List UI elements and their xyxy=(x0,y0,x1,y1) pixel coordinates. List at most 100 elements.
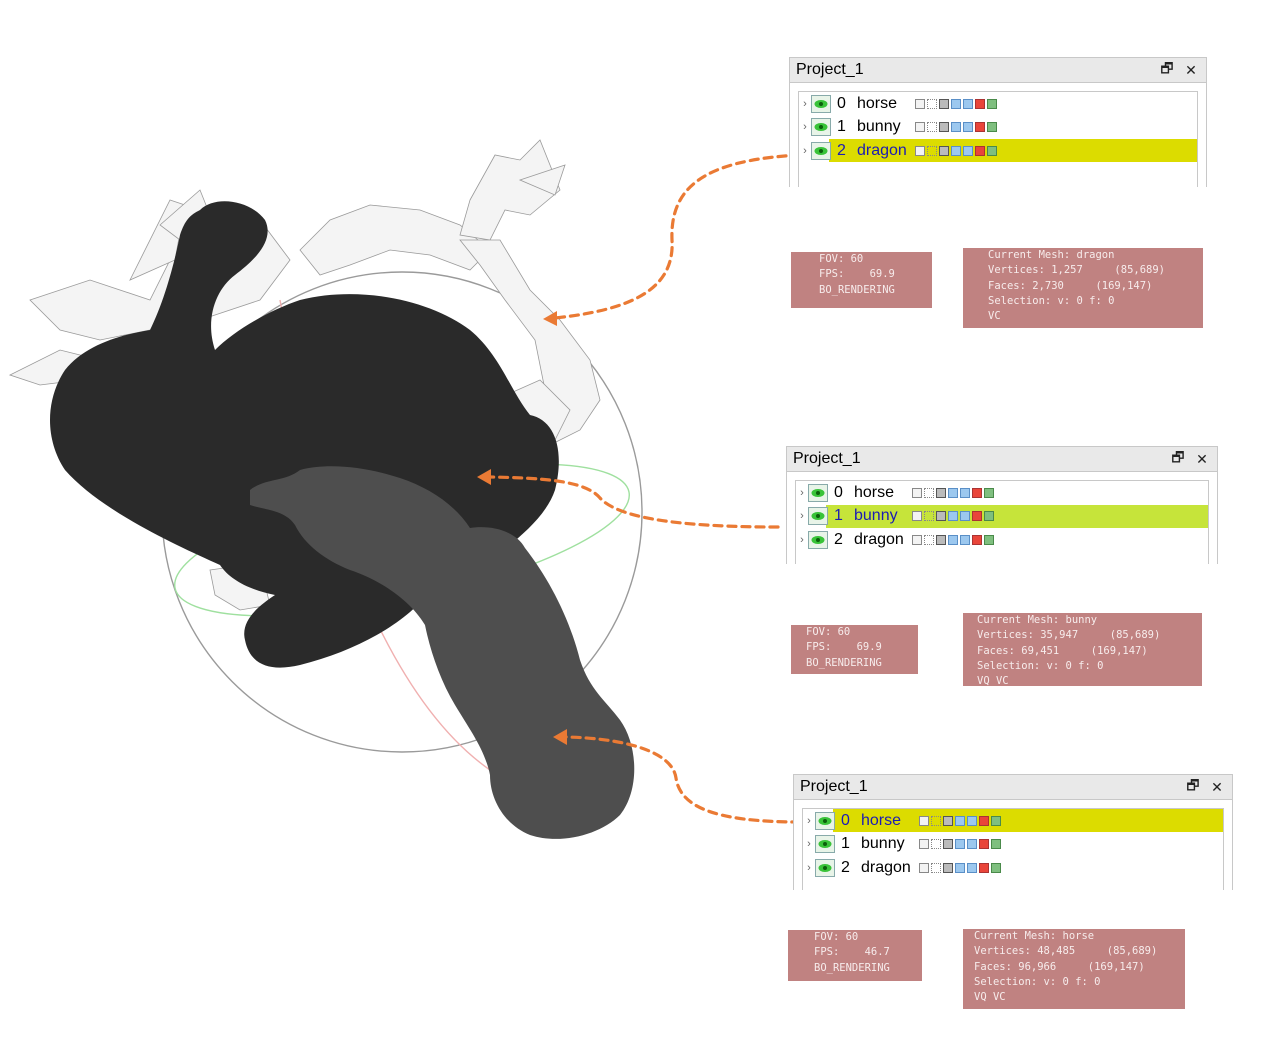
texture-icon[interactable] xyxy=(960,487,970,498)
texture-icon[interactable] xyxy=(967,815,977,826)
panel-titlebar[interactable]: Project_1 🗗 ✕ xyxy=(786,446,1218,472)
visibility-eye-icon[interactable] xyxy=(815,811,835,830)
expand-arrow-icon[interactable]: › xyxy=(796,487,808,499)
points-icon[interactable] xyxy=(931,815,941,826)
color-icon[interactable] xyxy=(975,98,985,109)
close-icon[interactable]: ✕ xyxy=(1193,450,1211,468)
expand-arrow-icon[interactable]: › xyxy=(796,510,808,522)
layer-row-dragon[interactable]: › 2 dragon xyxy=(803,856,1223,879)
layer-row-dragon[interactable]: › 2 dragon xyxy=(799,139,1197,162)
visibility-eye-icon[interactable] xyxy=(811,94,831,113)
visibility-eye-icon[interactable] xyxy=(815,858,835,877)
shading-icon[interactable] xyxy=(955,839,965,849)
lighting-icon[interactable] xyxy=(987,145,997,156)
material-icon[interactable] xyxy=(936,534,946,545)
close-icon[interactable]: ✕ xyxy=(1182,61,1200,79)
panel-titlebar[interactable]: Project_1 🗗 ✕ xyxy=(793,774,1233,800)
visibility-eye-icon[interactable] xyxy=(815,835,835,853)
box-icon[interactable] xyxy=(915,145,925,156)
expand-arrow-icon[interactable]: › xyxy=(796,534,808,546)
texture-icon[interactable] xyxy=(960,511,970,521)
expand-arrow-icon[interactable]: › xyxy=(799,98,811,110)
texture-icon[interactable] xyxy=(960,534,970,545)
lighting-icon[interactable] xyxy=(991,862,1001,873)
lighting-icon[interactable] xyxy=(987,98,997,109)
texture-icon[interactable] xyxy=(967,862,977,873)
shading-icon[interactable] xyxy=(955,815,965,826)
points-icon[interactable] xyxy=(927,145,937,156)
box-icon[interactable] xyxy=(919,815,929,826)
layer-row-dragon[interactable]: › 2 dragon xyxy=(796,528,1208,551)
points-icon[interactable] xyxy=(927,98,937,109)
layer-row-bunny[interactable]: › 1 bunny xyxy=(796,504,1208,528)
color-icon[interactable] xyxy=(975,122,985,132)
visibility-eye-icon[interactable] xyxy=(811,141,831,160)
shading-icon[interactable] xyxy=(955,862,965,873)
box-icon[interactable] xyxy=(912,534,922,545)
texture-icon[interactable] xyxy=(963,145,973,156)
box-icon[interactable] xyxy=(915,122,925,132)
shading-icon[interactable] xyxy=(948,487,958,498)
lighting-icon[interactable] xyxy=(991,839,1001,849)
points-icon[interactable] xyxy=(927,122,937,132)
box-icon[interactable] xyxy=(919,862,929,873)
panel-titlebar[interactable]: Project_1 🗗 ✕ xyxy=(789,57,1207,83)
material-icon[interactable] xyxy=(943,815,953,826)
points-icon[interactable] xyxy=(924,511,934,521)
expand-arrow-icon[interactable]: › xyxy=(799,121,811,133)
visibility-eye-icon[interactable] xyxy=(808,507,828,525)
material-icon[interactable] xyxy=(939,145,949,156)
layer-row-bunny[interactable]: › 1 bunny xyxy=(799,116,1197,139)
box-icon[interactable] xyxy=(915,98,925,109)
points-icon[interactable] xyxy=(924,534,934,545)
shading-icon[interactable] xyxy=(951,145,961,156)
box-icon[interactable] xyxy=(912,511,922,521)
restore-icon[interactable]: 🗗 xyxy=(1169,449,1187,468)
visibility-eye-icon[interactable] xyxy=(808,530,828,549)
texture-icon[interactable] xyxy=(967,839,977,849)
box-icon[interactable] xyxy=(912,487,922,498)
close-icon[interactable]: ✕ xyxy=(1208,778,1226,796)
texture-icon[interactable] xyxy=(963,98,973,109)
expand-arrow-icon[interactable]: › xyxy=(803,815,815,827)
layer-name: dragon xyxy=(861,858,911,876)
color-icon[interactable] xyxy=(972,487,982,498)
shading-icon[interactable] xyxy=(951,122,961,132)
color-icon[interactable] xyxy=(979,815,989,826)
points-icon[interactable] xyxy=(924,487,934,498)
lighting-icon[interactable] xyxy=(991,815,1001,826)
visibility-eye-icon[interactable] xyxy=(811,118,831,136)
material-icon[interactable] xyxy=(943,839,953,849)
material-icon[interactable] xyxy=(936,511,946,521)
shading-icon[interactable] xyxy=(951,98,961,109)
lighting-icon[interactable] xyxy=(984,534,994,545)
layer-row-horse[interactable]: › 0 horse xyxy=(799,92,1197,115)
shading-icon[interactable] xyxy=(948,511,958,521)
color-icon[interactable] xyxy=(972,511,982,521)
restore-icon[interactable]: 🗗 xyxy=(1158,60,1176,79)
restore-icon[interactable]: 🗗 xyxy=(1184,777,1202,796)
box-icon[interactable] xyxy=(919,839,929,849)
texture-icon[interactable] xyxy=(963,122,973,132)
layer-row-horse[interactable]: › 0 horse xyxy=(796,481,1208,504)
shading-icon[interactable] xyxy=(948,534,958,545)
lighting-icon[interactable] xyxy=(984,511,994,521)
color-icon[interactable] xyxy=(975,145,985,156)
material-icon[interactable] xyxy=(939,122,949,132)
color-icon[interactable] xyxy=(972,534,982,545)
color-icon[interactable] xyxy=(979,862,989,873)
material-icon[interactable] xyxy=(939,98,949,109)
points-icon[interactable] xyxy=(931,862,941,873)
expand-arrow-icon[interactable]: › xyxy=(803,838,815,850)
lighting-icon[interactable] xyxy=(987,122,997,132)
points-icon[interactable] xyxy=(931,839,941,849)
visibility-eye-icon[interactable] xyxy=(808,483,828,502)
lighting-icon[interactable] xyxy=(984,487,994,498)
material-icon[interactable] xyxy=(936,487,946,498)
color-icon[interactable] xyxy=(979,839,989,849)
expand-arrow-icon[interactable]: › xyxy=(803,862,815,874)
layer-row-horse[interactable]: › 0 horse xyxy=(803,809,1223,832)
layer-row-bunny[interactable]: › 1 bunny xyxy=(803,833,1223,856)
expand-arrow-icon[interactable]: › xyxy=(799,145,811,157)
material-icon[interactable] xyxy=(943,862,953,873)
